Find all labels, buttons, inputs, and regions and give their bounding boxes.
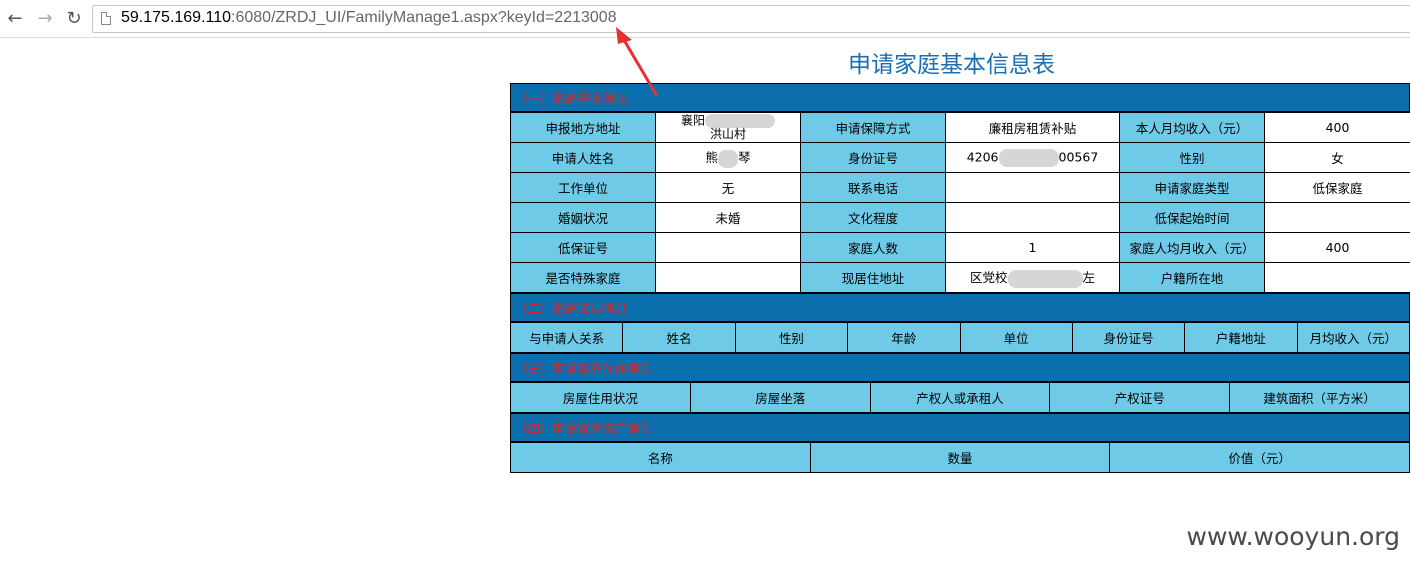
gender-value: 女 [1264, 142, 1410, 173]
table-row: 申报地方地址 襄阳 洪山村 申请保障方式 廉租房租赁补贴 本人月均收入（元） 4… [510, 112, 1410, 143]
housing-column-header-0: 房屋住用状况 [510, 382, 691, 413]
members-column-header-1: 姓名 [622, 322, 736, 353]
members-count-label: 家庭人数 [800, 232, 946, 263]
current-address-part2: 左 [1082, 270, 1096, 286]
id-number-part2: 00567 [1058, 149, 1099, 164]
section-members-header: （二）家庭成员信息 [510, 293, 1410, 322]
applicant-name-value: 熊琴 [655, 142, 801, 173]
self-income-label: 本人月均收入（元） [1119, 112, 1265, 143]
avg-income-value: 400 [1264, 232, 1410, 263]
gender-label: 性别 [1119, 142, 1265, 173]
table-row: 申请人姓名 熊琴 身份证号 4206 00567 性别 女 [510, 142, 1410, 173]
address-label: 申报地方地址 [510, 112, 656, 143]
forward-arrow-icon[interactable]: → [34, 8, 56, 30]
apply-mode-label: 申请保障方式 [800, 112, 946, 143]
table-row: 是否特殊家庭 现居住地址 区党校 左 户籍所在地 [510, 262, 1410, 293]
section-assets-header: （四）申请家庭资产信息 [510, 413, 1410, 442]
special-family-label: 是否特殊家庭 [510, 262, 656, 293]
dibao-number-label: 低保证号 [510, 232, 656, 263]
members-column-header-2: 性别 [734, 322, 849, 353]
assets-header-row: 名称 数量 价值（元） [510, 442, 1410, 473]
id-number-value: 4206 00567 [945, 142, 1120, 173]
applicant-name-label: 申请人姓名 [510, 142, 656, 173]
members-count-value: 1 [945, 232, 1120, 263]
phone-value [945, 172, 1120, 203]
dibao-start-value [1264, 202, 1410, 233]
address-value-part1: 襄阳 [680, 113, 705, 128]
current-address-value: 区党校 左 [945, 262, 1120, 293]
work-unit-label: 工作单位 [510, 172, 656, 203]
applicant-name-part2: 琴 [738, 150, 751, 166]
members-column-header-5: 身份证号 [1071, 322, 1186, 353]
housing-column-header-2: 产权人或承租人 [869, 382, 1051, 413]
redaction-blur [718, 149, 738, 168]
marriage-label: 婚姻状况 [510, 202, 656, 233]
id-number-part1: 4206 [966, 149, 999, 164]
members-column-header-3: 年龄 [847, 322, 961, 353]
housing-column-header-3: 产权证号 [1049, 382, 1231, 413]
housing-header-row: 房屋住用状况 房屋坐落 产权人或承租人 产权证号 建筑面积（平方米） [510, 382, 1410, 413]
family-info-form: （一）家庭基本情况 申报地方地址 襄阳 洪山村 申请保障方式 廉租房租赁补贴 本… [509, 83, 1410, 473]
table-row: 婚姻状况 未婚 文化程度 低保起始时间 [510, 202, 1410, 233]
table-row: 工作单位 无 联系电话 申请家庭类型 低保家庭 [510, 172, 1410, 203]
dibao-number-value [655, 232, 801, 263]
members-header-row: 与申请人关系 姓名 性别 年龄 单位 身份证号 户籍地址 月均收入（元） [509, 322, 1410, 353]
members-column-header-4: 单位 [959, 322, 1073, 353]
hukou-value [1264, 262, 1410, 293]
phone-label: 联系电话 [800, 172, 946, 203]
address-value: 襄阳 洪山村 [655, 112, 801, 143]
apply-mode-value: 廉租房租赁补贴 [945, 112, 1120, 143]
current-address-label: 现居住地址 [800, 262, 946, 293]
current-address-part1: 区党校 [969, 270, 1008, 286]
basic-info-table: 申报地方地址 襄阳 洪山村 申请保障方式 廉租房租赁补贴 本人月均收入（元） 4… [510, 112, 1410, 293]
members-column-header-6: 户籍地址 [1184, 322, 1298, 353]
assets-column-header-2: 价值（元） [1109, 442, 1410, 473]
url-host: 59.175.169.110 [121, 9, 232, 26]
applicant-name-part1: 熊 [705, 150, 718, 166]
redaction-blur [705, 114, 775, 128]
table-row: 低保证号 家庭人数 1 家庭人均月收入（元） 400 [510, 232, 1410, 263]
family-type-label: 申请家庭类型 [1119, 172, 1265, 203]
housing-table: 房屋住用状况 房屋坐落 产权人或承租人 产权证号 建筑面积（平方米） [510, 382, 1410, 413]
members-column-header-0: 与申请人关系 [509, 322, 624, 353]
section-housing-header: （三）申请家庭住房信息 [510, 353, 1410, 382]
watermark: www.wooyun.org [1186, 522, 1400, 551]
special-family-value [655, 262, 801, 293]
address-value-part2: 洪山村 [709, 127, 746, 141]
browser-toolbar: ← → ↻ 59.175.169.110:6080/ZRDJ_UI/Family… [0, 0, 1410, 38]
address-bar[interactable]: 59.175.169.110:6080/ZRDJ_UI/FamilyManage… [92, 5, 1410, 33]
housing-column-header-1: 房屋坐落 [689, 382, 871, 413]
housing-column-header-4: 建筑面积（平方米） [1229, 382, 1410, 413]
url-text: 59.175.169.110:6080/ZRDJ_UI/FamilyManage… [121, 9, 617, 27]
page-icon [101, 12, 111, 25]
self-income-value: 400 [1264, 112, 1410, 143]
redaction-blur [998, 148, 1059, 167]
section-basic-header: （一）家庭基本情况 [510, 83, 1410, 112]
assets-column-header-0: 名称 [510, 442, 811, 473]
id-number-label: 身份证号 [800, 142, 946, 173]
work-unit-value: 无 [655, 172, 801, 203]
url-path: :6080/ZRDJ_UI/FamilyManage1.aspx?keyId=2… [231, 9, 617, 26]
education-value [945, 202, 1120, 233]
assets-column-header-1: 数量 [809, 442, 1111, 473]
reload-icon[interactable]: ↻ [63, 8, 85, 30]
back-arrow-icon[interactable]: ← [4, 8, 26, 30]
hukou-label: 户籍所在地 [1119, 262, 1265, 293]
education-label: 文化程度 [800, 202, 946, 233]
redaction-blur [1007, 269, 1083, 288]
page-title: 申请家庭基本信息表 [848, 52, 1055, 78]
family-type-value: 低保家庭 [1264, 172, 1410, 203]
members-table: 与申请人关系 姓名 性别 年龄 单位 身份证号 户籍地址 月均收入（元） [509, 322, 1410, 353]
marriage-value: 未婚 [655, 202, 801, 233]
dibao-start-label: 低保起始时间 [1119, 202, 1265, 233]
avg-income-label: 家庭人均月收入（元） [1119, 232, 1265, 263]
assets-table: 名称 数量 价值（元） [510, 442, 1410, 473]
members-column-header-7: 月均收入（元） [1296, 322, 1410, 353]
